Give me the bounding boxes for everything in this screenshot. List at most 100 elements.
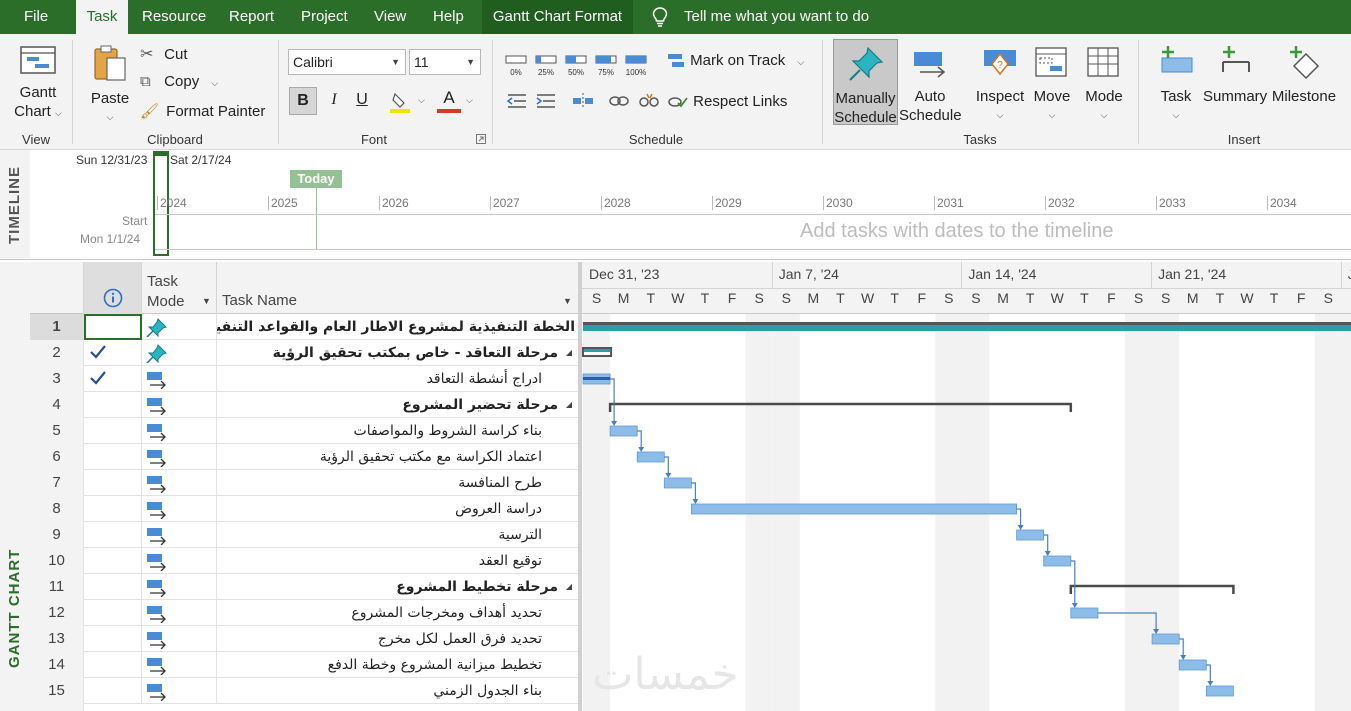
task-bar[interactable]: [636, 451, 665, 463]
auto-schedule-button[interactable]: Auto Schedule: [899, 44, 962, 125]
task-name-cell[interactable]: بناء الجدول الزمني: [217, 678, 578, 704]
outdent-task-icon[interactable]: [506, 92, 528, 110]
row-number[interactable]: 3: [30, 366, 84, 392]
row-number[interactable]: 13: [30, 626, 84, 652]
tab-resource[interactable]: Resource: [130, 0, 218, 34]
indicators-header[interactable]: [84, 262, 142, 314]
task-mode-cell[interactable]: [142, 548, 217, 574]
table-row[interactable]: 10 توقيع العقد: [30, 548, 578, 574]
task-name-cell[interactable]: اعتماد الكراسة مع مكتب تحقيق الرؤية: [217, 444, 578, 470]
task-name-cell[interactable]: تحديد فرق العمل لكل مخرج: [217, 626, 578, 652]
cut-button[interactable]: ✂ Cut: [140, 44, 188, 64]
indicator-cell[interactable]: [84, 392, 142, 418]
indicator-cell[interactable]: [84, 678, 142, 704]
task-name-cell[interactable]: بناء كراسة الشروط والمواصفات: [217, 418, 578, 444]
task-mode-cell[interactable]: [142, 444, 217, 470]
tab-file[interactable]: File: [12, 0, 60, 34]
task-mode-cell[interactable]: [142, 496, 217, 522]
task-mode-cell[interactable]: [142, 418, 217, 444]
task-mode-cell[interactable]: [142, 340, 217, 366]
chevron-down-icon[interactable]: ⌵: [466, 95, 473, 106]
tab-gantt-chart-format[interactable]: Gantt Chart Format: [482, 0, 633, 34]
indicator-cell[interactable]: [84, 470, 142, 496]
task-name-cell[interactable]: دراسة العروض: [217, 496, 578, 522]
table-row[interactable]: 4 ◢ مرحلة تحضير المشروع: [30, 392, 578, 418]
task-mode-cell[interactable]: [142, 652, 217, 678]
indicator-cell[interactable]: [84, 574, 142, 600]
task-bar[interactable]: [1043, 555, 1072, 567]
task-mode-cell[interactable]: [142, 574, 217, 600]
table-row[interactable]: 6 اعتماد الكراسة مع مكتب تحقيق الرؤية: [30, 444, 578, 470]
indicator-cell[interactable]: [84, 366, 142, 392]
row-number[interactable]: 5: [30, 418, 84, 444]
indent-task-icon[interactable]: [535, 92, 557, 110]
task-bar[interactable]: [1070, 607, 1099, 619]
indicator-cell[interactable]: [84, 600, 142, 626]
format-painter-button[interactable]: 🖌 Format Painter: [140, 102, 265, 120]
insert-summary-button[interactable]: Summary: [1203, 44, 1267, 106]
table-row[interactable]: 3 ادراج أنشطة التعاقد: [30, 366, 578, 392]
row-number[interactable]: 12: [30, 600, 84, 626]
task-name-cell[interactable]: ◢ مرحلة التعاقد - خاص بمكتب تحقيق الرؤية: [217, 340, 578, 366]
table-row[interactable]: [30, 704, 578, 711]
collapse-triangle-icon[interactable]: ◢: [566, 392, 572, 418]
task-name-cell[interactable]: الترسية: [217, 522, 578, 548]
font-family-select[interactable]: Calibri ▼: [288, 49, 406, 75]
percent-complete-75-button[interactable]: 75%: [595, 52, 617, 78]
table-row[interactable]: 9 الترسية: [30, 522, 578, 548]
task-bar[interactable]: [691, 503, 1018, 515]
tab-task[interactable]: Task: [76, 0, 128, 34]
summary-bar[interactable]: [608, 402, 1073, 412]
insert-milestone-button[interactable]: Milestone: [1270, 44, 1338, 106]
task-bar[interactable]: [1151, 633, 1180, 645]
percent-complete-50-button[interactable]: 50%: [565, 52, 587, 78]
task-bar[interactable]: [609, 425, 638, 437]
bold-button[interactable]: B: [289, 87, 317, 115]
indicator-cell[interactable]: [84, 418, 142, 444]
task-name-cell[interactable]: تحديد أهداف ومخرجات المشروع: [217, 600, 578, 626]
indicator-cell[interactable]: [84, 522, 142, 548]
indicator-cell[interactable]: [84, 444, 142, 470]
row-number[interactable]: 9: [30, 522, 84, 548]
table-row[interactable]: 13 تحديد فرق العمل لكل مخرج: [30, 626, 578, 652]
task-mode-cell[interactable]: [142, 600, 217, 626]
task-name-cell[interactable]: ◢ مرحلة تخطيط المشروع: [217, 574, 578, 600]
row-number[interactable]: 4: [30, 392, 84, 418]
highlight-color-button[interactable]: ⌵: [388, 90, 425, 118]
underline-button[interactable]: U: [354, 91, 370, 109]
insert-task-button[interactable]: Task ⌵: [1150, 44, 1202, 125]
indicator-cell[interactable]: [84, 314, 142, 340]
task-name-cell[interactable]: ادراج أنشطة التعاقد: [217, 366, 578, 392]
row-number[interactable]: 1: [30, 314, 84, 340]
table-row[interactable]: 8 دراسة العروض: [30, 496, 578, 522]
percent-complete-100-button[interactable]: 100%: [625, 52, 647, 78]
task-bar[interactable]: [1016, 529, 1045, 541]
task-bar[interactable]: [663, 477, 692, 489]
table-row[interactable]: 12 تحديد أهداف ومخرجات المشروع: [30, 600, 578, 626]
dependency-link[interactable]: [1070, 560, 1076, 607]
dependency-link[interactable]: [610, 378, 615, 425]
table-row[interactable]: 7 طرح المنافسة: [30, 470, 578, 496]
gantt-chart-button[interactable]: Gantt Chart ⌵: [10, 44, 66, 123]
task-name-cell[interactable]: طرح المنافسة: [217, 470, 578, 496]
gantt-chart-area[interactable]: خمسات: [582, 314, 1351, 711]
tell-me-search[interactable]: Tell me what you want to do: [672, 0, 881, 34]
task-mode-cell[interactable]: [142, 366, 217, 392]
task-mode-cell[interactable]: [142, 314, 217, 340]
task-bar[interactable]: [1205, 685, 1234, 697]
table-row[interactable]: 11 ◢ مرحلة تخطيط المشروع: [30, 574, 578, 600]
tab-project[interactable]: Project: [289, 0, 360, 34]
dialog-launcher-icon[interactable]: [476, 134, 486, 144]
row-number[interactable]: 11: [30, 574, 84, 600]
collapse-triangle-icon[interactable]: ◢: [566, 574, 572, 600]
tab-report[interactable]: Report: [217, 0, 286, 34]
task-name-header[interactable]: Task Name ▼: [217, 262, 578, 314]
font-color-button[interactable]: A: [437, 88, 461, 113]
row-number-header[interactable]: [30, 262, 84, 314]
table-row[interactable]: 14 تخطيط ميزانية المشروع وخطة الدفع: [30, 652, 578, 678]
tab-view[interactable]: View: [362, 0, 418, 34]
row-number[interactable]: 15: [30, 678, 84, 704]
row-number[interactable]: 8: [30, 496, 84, 522]
indicator-cell[interactable]: [84, 626, 142, 652]
row-number[interactable]: 10: [30, 548, 84, 574]
